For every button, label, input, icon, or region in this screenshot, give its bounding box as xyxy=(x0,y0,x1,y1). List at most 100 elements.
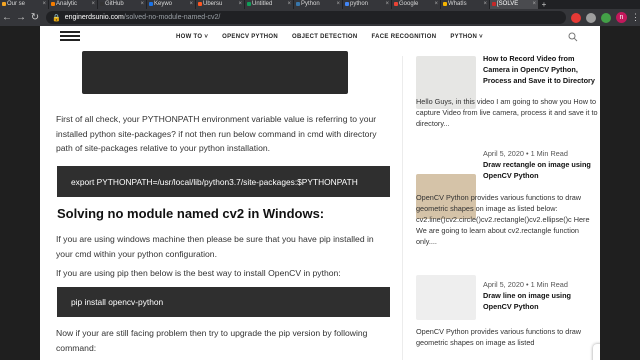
tab-close-icon[interactable]: × xyxy=(42,0,46,9)
site-header: HOW TO ˅ OPENCV PYTHON OBJECT DETECTION … xyxy=(40,26,600,51)
sidebar-post: How to Record Video from Camera in OpenC… xyxy=(483,53,598,86)
article-paragraph: Now if your are still facing problem the… xyxy=(56,328,368,353)
article-paragraph: If you are using windows machine then pl… xyxy=(56,234,374,259)
tab-close-icon[interactable]: × xyxy=(140,0,144,9)
tab-favicon-icon xyxy=(394,2,398,6)
article-paragraph: If you are using pip then below is the b… xyxy=(56,268,341,278)
code-block: export PYTHONPATH=/usr/local/lib/python3… xyxy=(57,166,390,197)
nav-item-object-detection[interactable]: OBJECT DETECTION xyxy=(292,34,357,40)
browser-tab[interactable]: Analytic × xyxy=(49,0,97,9)
code-block: pip install opencv-python xyxy=(57,287,390,317)
tab-favicon-icon xyxy=(100,2,104,6)
sidebar-post: April 5, 2020 • 1 Min Read Draw line on … xyxy=(483,279,598,312)
extension-icon[interactable] xyxy=(586,12,596,23)
tab-close-icon[interactable]: × xyxy=(189,0,193,9)
post-excerpt-box: OpenCV Python provides various functions… xyxy=(416,326,598,348)
post-title[interactable]: Draw line on image using OpenCV Python xyxy=(483,290,598,312)
post-excerpt: Hello Guys, in this video I am going to … xyxy=(416,97,598,128)
article-body: First of all check, your PYTHONPATH envi… xyxy=(56,112,392,156)
extension-icon[interactable] xyxy=(571,12,581,23)
url-domain: enginerdsunio.com xyxy=(64,14,124,21)
extension-icon[interactable] xyxy=(601,12,611,23)
tab-label: GitHub xyxy=(105,1,124,7)
column-divider xyxy=(402,56,403,360)
tab-close-icon[interactable]: × xyxy=(434,0,438,9)
browser-tab-bar: Our se × Analytic × GitHub × Keywo × Ubersu × Unti… xyxy=(0,0,640,9)
tab-favicon-icon xyxy=(296,2,300,6)
post-excerpt: OpenCV Python provides various functions… xyxy=(416,193,590,246)
tab-favicon-icon xyxy=(443,2,447,6)
browser-tab[interactable]: Google × xyxy=(392,0,440,9)
url-path: /solved-no-module-named-cv2/ xyxy=(123,14,221,21)
tab-label: Our se xyxy=(7,1,26,7)
article-body-3: If you are using pip then below is the b… xyxy=(56,266,392,281)
browser-toolbar: ← → ↻ 🔒 enginerdsunio.com/solved-no-modu… xyxy=(0,9,640,26)
article-body-4: Now if your are still facing problem the… xyxy=(56,326,392,355)
section-heading: Solving no module named cv2 in Windows: xyxy=(57,206,325,221)
post-meta: April 5, 2020 • 1 Min Read xyxy=(483,280,568,289)
tab-label: Ubersu xyxy=(203,1,223,7)
nav-item-python[interactable]: PYTHON ˅ xyxy=(450,34,483,40)
browser-tab[interactable]: python × xyxy=(343,0,391,9)
search-icon[interactable] xyxy=(568,32,578,42)
tab-close-icon[interactable]: × xyxy=(385,0,389,9)
tab-close-icon[interactable]: × xyxy=(91,0,95,9)
browser-tab[interactable]: [SOLVE × xyxy=(490,0,538,9)
code-text: export PYTHONPATH=/usr/local/lib/python3… xyxy=(71,176,358,187)
tab-favicon-icon xyxy=(247,2,251,6)
recaptcha-badge[interactable] xyxy=(593,344,600,360)
address-bar[interactable]: 🔒 enginerdsunio.com/solved-no-module-nam… xyxy=(46,11,566,24)
tab-label: Python xyxy=(301,1,320,7)
new-tab-icon[interactable]: + xyxy=(539,0,549,9)
tab-label: Analytic xyxy=(56,1,78,7)
tab-favicon-icon xyxy=(345,2,349,6)
tab-favicon-icon xyxy=(51,2,55,6)
tab-close-icon[interactable]: × xyxy=(532,0,536,9)
tab-label: Untitled xyxy=(252,1,273,7)
tab-close-icon[interactable]: × xyxy=(287,0,291,9)
article-body-2: If you are using windows machine then pl… xyxy=(56,232,392,261)
tab-close-icon[interactable]: × xyxy=(336,0,340,9)
lock-icon: 🔒 xyxy=(52,14,61,22)
tab-label: python xyxy=(350,1,369,7)
tab-label: [SOLVE xyxy=(497,1,519,7)
tab-favicon-icon xyxy=(198,2,202,6)
nav-item-how-to[interactable]: HOW TO ˅ xyxy=(176,34,208,40)
reload-icon[interactable]: ↻ xyxy=(28,9,42,26)
post-excerpt-box: OpenCV Python provides various functions… xyxy=(416,192,598,247)
post-title[interactable]: Draw rectangle on image using OpenCV Pyt… xyxy=(483,159,598,181)
browser-tab[interactable]: GitHub × xyxy=(98,0,146,9)
post-excerpt-box: Hello Guys, in this video I am going to … xyxy=(416,96,598,129)
tab-favicon-icon xyxy=(2,2,6,6)
nav-item-opencv-python[interactable]: OPENCV PYTHON xyxy=(222,34,278,40)
site-logo[interactable] xyxy=(60,31,80,45)
browser-tab[interactable]: Untitled × xyxy=(245,0,293,9)
code-text: pip install opencv-python xyxy=(71,297,164,307)
post-meta: April 5, 2020 • 1 Min Read xyxy=(483,149,568,158)
post-title[interactable]: How to Record Video from Camera in OpenC… xyxy=(483,53,598,86)
tab-close-icon[interactable]: × xyxy=(238,0,242,9)
browser-menu-icon[interactable]: ⋮ xyxy=(631,12,640,23)
profile-avatar[interactable]: n xyxy=(616,12,627,23)
browser-tab[interactable]: WhatIs × xyxy=(441,0,489,9)
forward-icon[interactable]: → xyxy=(14,9,28,26)
main-nav: HOW TO ˅ OPENCV PYTHON OBJECT DETECTION … xyxy=(176,34,497,40)
tab-label: Google xyxy=(399,1,419,7)
tab-favicon-icon xyxy=(149,2,153,6)
article-paragraph: First of all check, your PYTHONPATH envi… xyxy=(56,114,377,153)
nav-item-face-recognition[interactable]: FACE RECOGNITION xyxy=(372,34,437,40)
browser-tab[interactable]: Python × xyxy=(294,0,342,9)
browser-tab[interactable]: Ubersu × xyxy=(196,0,244,9)
sidebar-post: April 5, 2020 • 1 Min Read Draw rectangl… xyxy=(483,148,598,181)
tab-label: Keywo xyxy=(154,1,173,7)
web-page: HOW TO ˅ OPENCV PYTHON OBJECT DETECTION … xyxy=(40,26,600,360)
tab-close-icon[interactable]: × xyxy=(483,0,487,9)
browser-tab[interactable]: Our se × xyxy=(0,0,48,9)
browser-tab[interactable]: Keywo × xyxy=(147,0,195,9)
tab-favicon-icon xyxy=(492,2,496,6)
post-excerpt: OpenCV Python provides various functions… xyxy=(416,327,582,347)
post-thumbnail[interactable] xyxy=(416,275,476,320)
tab-label: WhatIs xyxy=(448,1,467,7)
article-image xyxy=(82,51,348,94)
back-icon[interactable]: ← xyxy=(0,9,14,26)
